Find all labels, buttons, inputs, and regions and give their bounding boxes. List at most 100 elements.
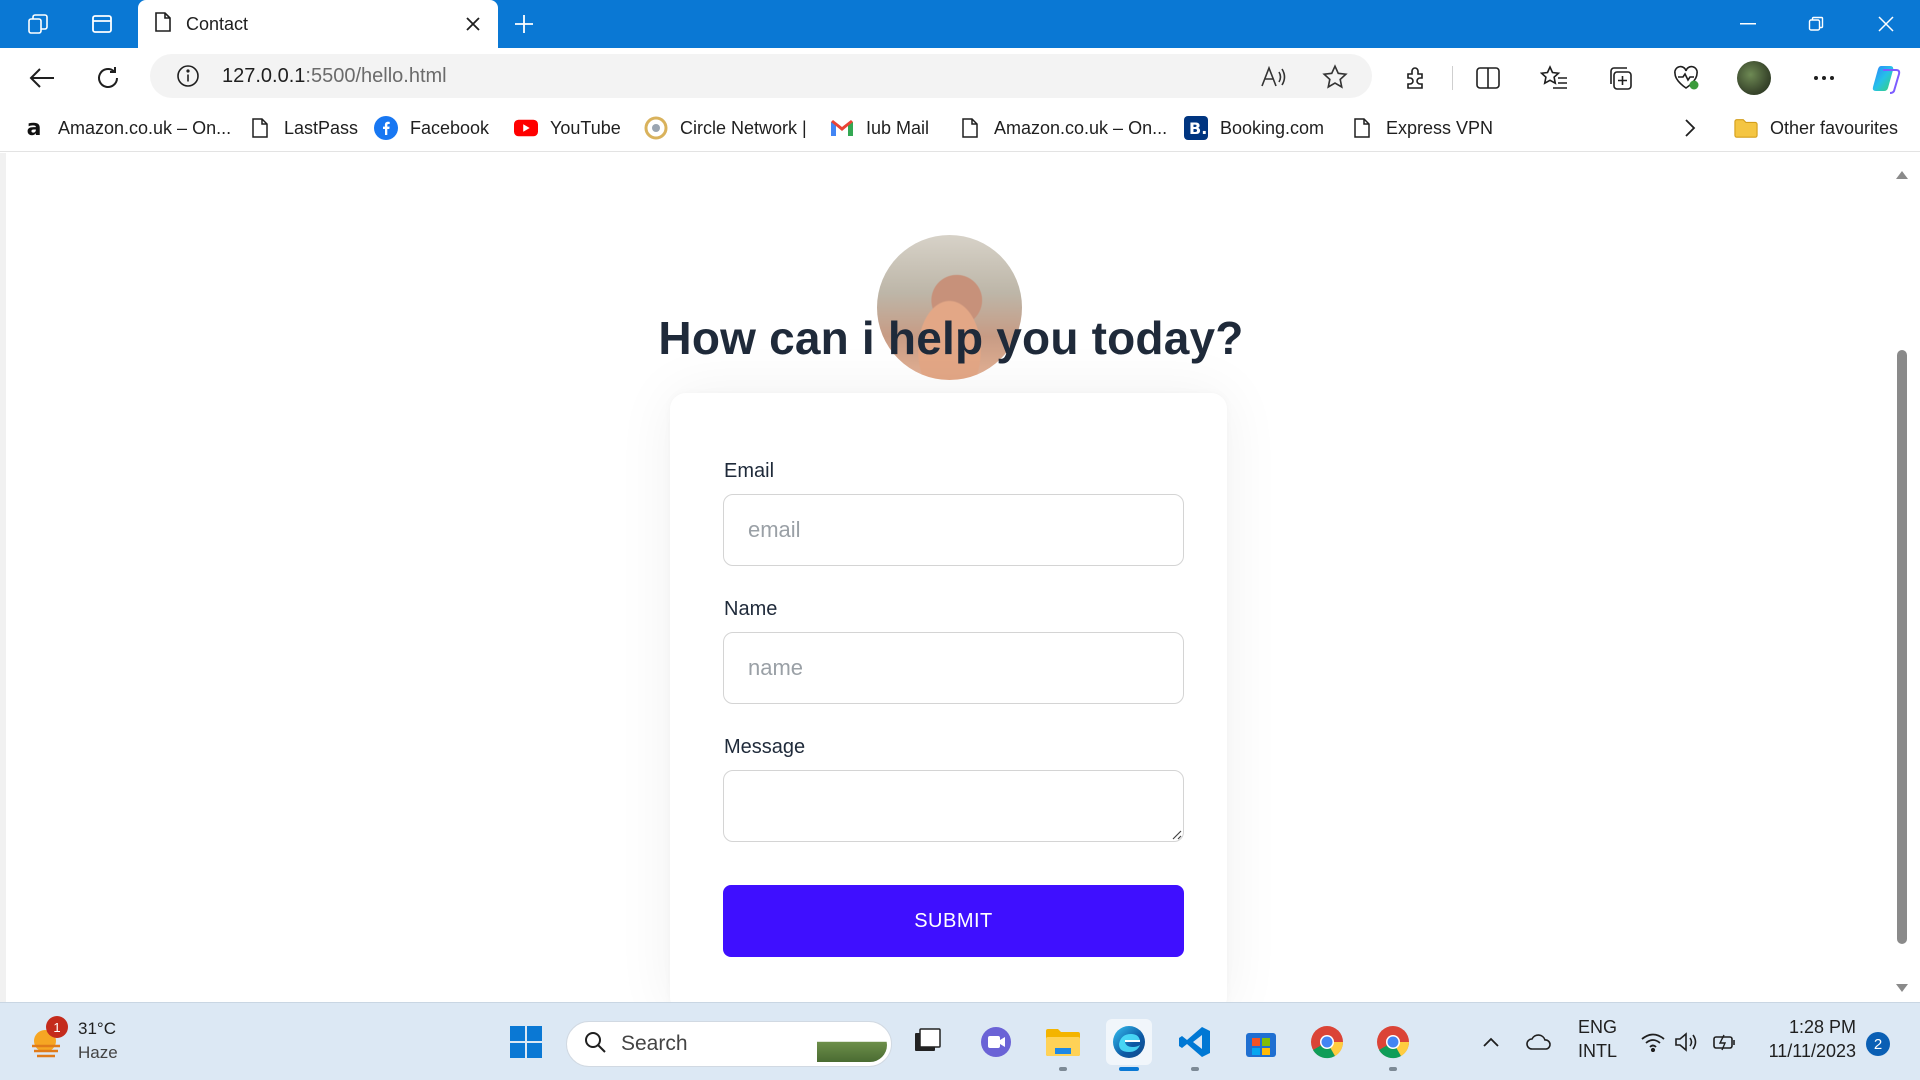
favourite-label: YouTube	[550, 117, 621, 138]
browser-essentials-icon[interactable]	[1668, 60, 1704, 96]
scroll-up-arrow-icon[interactable]	[1895, 167, 1909, 179]
chevron-right-icon[interactable]	[1684, 114, 1696, 142]
url-text[interactable]: 127.0.0.1:5500/hello.html	[222, 65, 447, 88]
teams-chat-icon[interactable]	[973, 1019, 1019, 1065]
onedrive-cloud-icon[interactable]	[1524, 1027, 1554, 1057]
new-tab-icon[interactable]	[508, 8, 540, 40]
microsoft-store-icon[interactable]	[1238, 1019, 1284, 1065]
svg-text:B.: B.	[1189, 119, 1207, 138]
favourite-youtube[interactable]: YouTube	[514, 114, 621, 142]
favourite-lastpass[interactable]: LastPass	[248, 114, 358, 142]
edge-browser-icon[interactable]	[1106, 1019, 1152, 1071]
submit-button[interactable]: SUBMIT	[723, 885, 1184, 957]
taskbar-search[interactable]: Search	[566, 1021, 892, 1067]
search-label: Search	[621, 1032, 688, 1055]
copilot-icon[interactable]	[1868, 60, 1904, 96]
address-bar[interactable]: 127.0.0.1:5500/hello.html	[150, 54, 1372, 98]
url-path: :5500/hello.html	[305, 64, 447, 87]
folder-icon	[1734, 116, 1758, 140]
facebook-icon	[374, 116, 398, 140]
wifi-icon[interactable]	[1638, 1027, 1668, 1057]
split-screen-icon[interactable]	[1470, 60, 1506, 96]
weather-widget[interactable]: 1 31°C Haze	[28, 1016, 118, 1065]
other-favourites[interactable]: Other favourites	[1734, 114, 1898, 142]
extensions-icon[interactable]	[1398, 60, 1434, 96]
page-icon	[154, 11, 172, 38]
favourite-label: Facebook	[410, 117, 490, 138]
profile-avatar[interactable]	[1736, 60, 1772, 96]
tab-title: Contact	[186, 13, 249, 34]
haze-icon: 1	[28, 1016, 68, 1060]
taskbar: 1 31°C Haze Search ENG INTL 1:28 PM 11/1…	[0, 1002, 1920, 1080]
battery-icon[interactable]	[1710, 1027, 1740, 1057]
running-indicator	[1389, 1067, 1397, 1071]
favourite-label: Express VPN	[1386, 117, 1494, 138]
keyboard-layout: INTL	[1578, 1041, 1618, 1061]
favourite-label: Amazon.co.uk – On...	[58, 117, 232, 138]
restore-icon[interactable]	[1782, 0, 1850, 48]
chrome-profile-icon[interactable]	[1370, 1019, 1416, 1071]
favourite-label: Amazon.co.uk – On...	[994, 117, 1168, 138]
favourite-amazon-2[interactable]: Amazon.co.uk – On...	[958, 114, 1167, 142]
navigation-bar: 127.0.0.1:5500/hello.html	[0, 48, 1920, 104]
favourite-express-vpn[interactable]: Express VPN	[1350, 114, 1493, 142]
start-button[interactable]	[503, 1019, 549, 1065]
email-field[interactable]	[723, 494, 1184, 566]
workspaces-icon[interactable]	[22, 8, 54, 40]
favourite-circle-network[interactable]: Circle Network |	[644, 114, 807, 142]
read-aloud-icon[interactable]	[1258, 62, 1288, 92]
page-icon	[958, 116, 982, 140]
vertical-tabs-icon[interactable]	[86, 8, 118, 40]
favourite-amazon[interactable]: a Amazon.co.uk – On...	[22, 114, 232, 142]
favourite-booking[interactable]: B. Booking.com	[1184, 114, 1324, 142]
name-field[interactable]	[723, 632, 1184, 704]
language-indicator[interactable]: ENG INTL	[1578, 1015, 1617, 1063]
favourite-label: Iub Mail	[866, 117, 930, 138]
tab-contact[interactable]: Contact	[138, 0, 498, 48]
favourite-iub-mail[interactable]: Iub Mail	[830, 114, 929, 142]
close-window-icon[interactable]	[1852, 0, 1920, 48]
file-explorer-icon[interactable]	[1040, 1019, 1086, 1071]
message-field[interactable]	[723, 770, 1184, 842]
favourite-facebook[interactable]: Facebook	[374, 114, 489, 142]
favourite-label: Booking.com	[1220, 117, 1325, 138]
clock-time: 1:28 PM	[1788, 1017, 1856, 1037]
toolbar-separator	[1452, 66, 1453, 90]
amazon-icon: a	[26, 115, 42, 141]
task-view-icon[interactable]	[904, 1019, 950, 1065]
page-icon	[1350, 116, 1374, 140]
language-code: ENG	[1578, 1017, 1618, 1037]
contact-form-card: Email Name Message SUBMIT	[670, 393, 1227, 1002]
title-bar: Contact	[0, 0, 1920, 48]
scroll-down-arrow-icon[interactable]	[1895, 980, 1909, 992]
name-label: Name	[724, 598, 778, 620]
avatar	[1737, 61, 1771, 95]
resize-grip-icon[interactable]	[1170, 827, 1182, 840]
volume-icon[interactable]	[1672, 1027, 1702, 1057]
weather-badge: 1	[46, 1016, 68, 1038]
system-clock[interactable]: 1:28 PM 11/11/2023	[1760, 1015, 1856, 1063]
gmail-icon	[830, 116, 854, 140]
vscode-icon[interactable]	[1172, 1019, 1218, 1071]
other-favourites-label: Other favourites	[1770, 117, 1899, 138]
youtube-icon	[514, 116, 538, 140]
chrome-icon[interactable]	[1304, 1019, 1350, 1065]
page-icon	[248, 116, 272, 140]
page-viewport: How can i help you today? Email Name Mes…	[6, 153, 1896, 1002]
favorites-icon[interactable]	[1536, 60, 1572, 96]
favorite-star-icon[interactable]	[1320, 62, 1350, 92]
message-label: Message	[724, 736, 806, 758]
notification-badge[interactable]: 2	[1866, 1032, 1890, 1056]
refresh-icon[interactable]	[90, 60, 126, 96]
favourite-label: LastPass	[284, 117, 359, 138]
search-icon	[583, 1030, 607, 1059]
site-info-icon[interactable]	[174, 62, 202, 90]
show-hidden-icons-chevron-up-icon[interactable]	[1476, 1027, 1506, 1057]
scrollbar-thumb[interactable]	[1897, 350, 1907, 944]
running-indicator	[1191, 1067, 1199, 1071]
more-menu-icon[interactable]	[1806, 60, 1842, 96]
minimize-icon[interactable]	[1714, 0, 1782, 48]
collections-icon[interactable]	[1602, 60, 1638, 96]
back-arrow-icon[interactable]	[24, 60, 60, 96]
close-tab-icon[interactable]	[462, 13, 484, 35]
